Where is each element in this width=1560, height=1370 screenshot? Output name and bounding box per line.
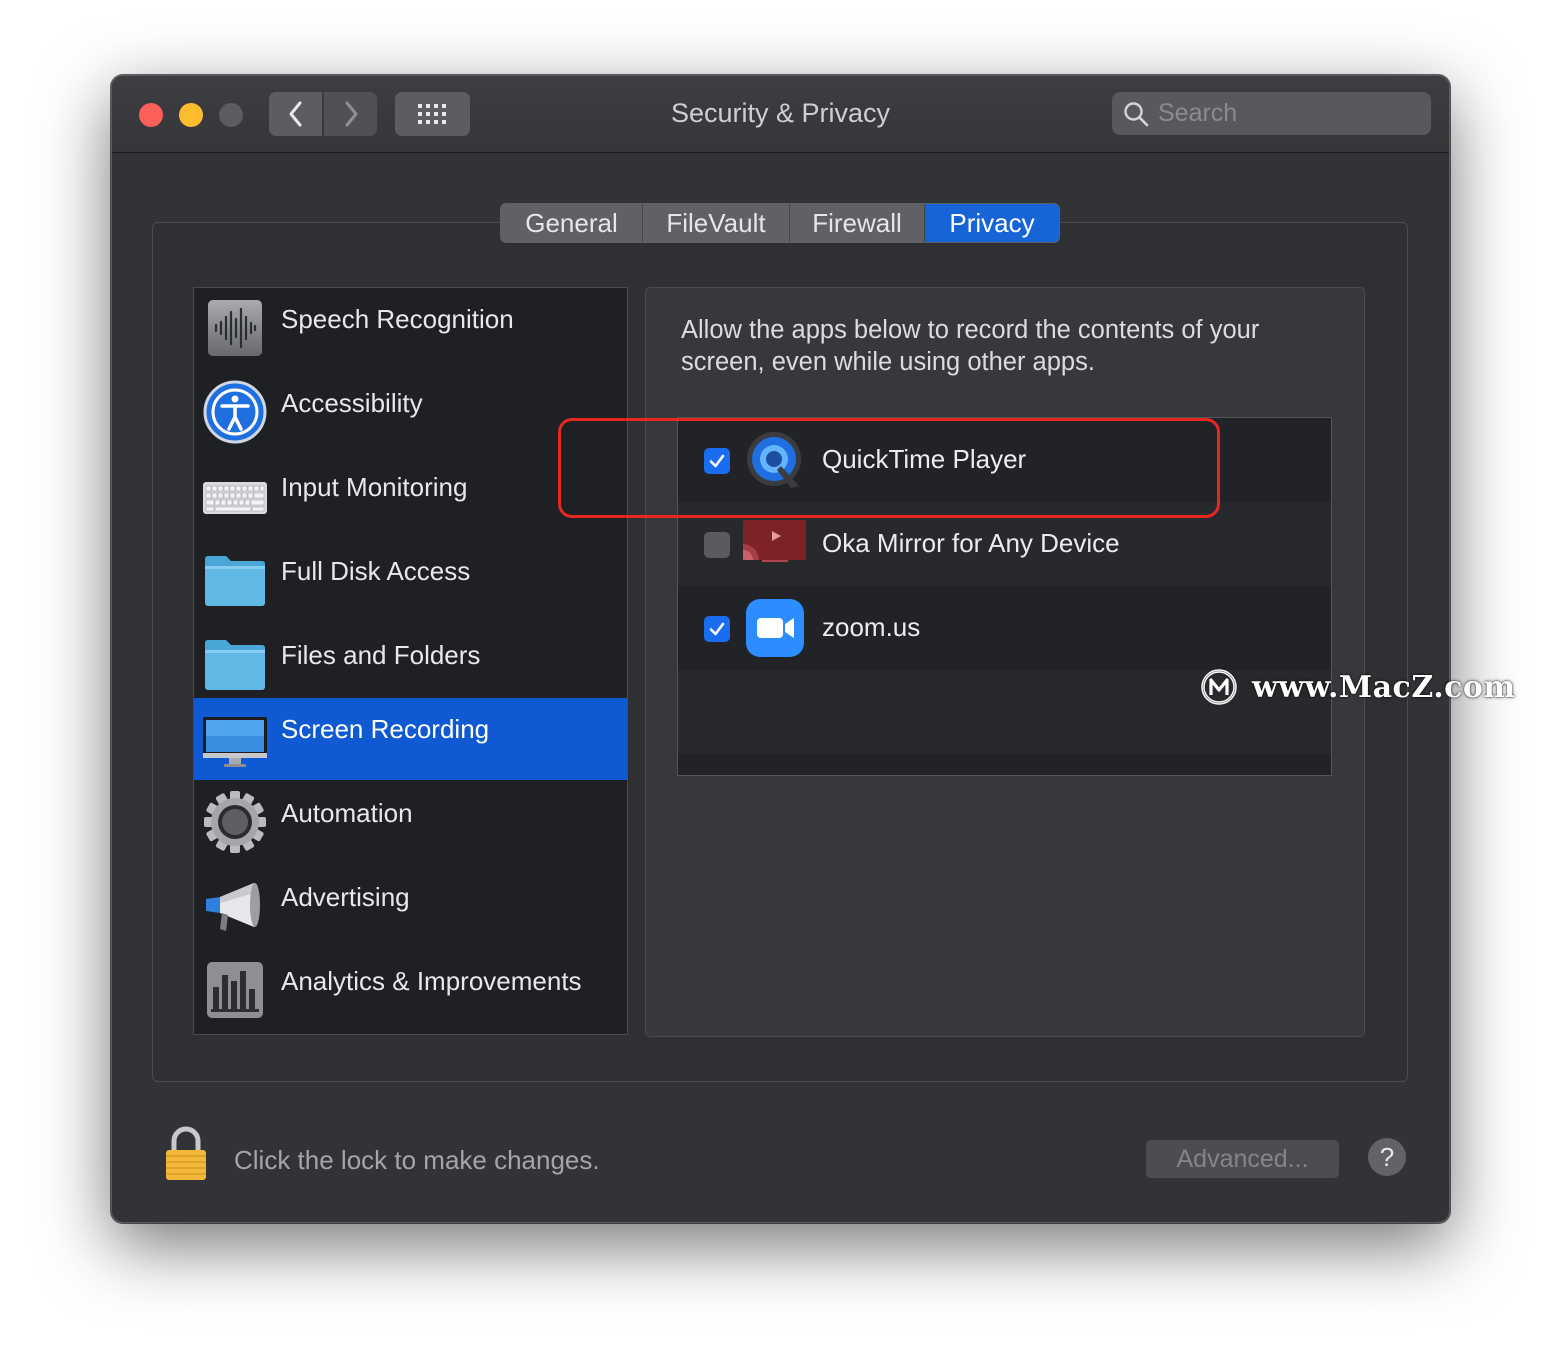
- app-checkbox[interactable]: [704, 616, 730, 642]
- bar-chart-icon: [207, 962, 263, 1018]
- annotation-highlight-box: [558, 418, 1220, 518]
- permission-detail-panel: Allow the apps below to record the conte…: [645, 287, 1365, 1037]
- help-button[interactable]: ?: [1368, 1138, 1406, 1176]
- tab-bar: General FileVault Firewall Privacy: [500, 203, 1060, 243]
- sidebar-item-analytics[interactable]: Analytics & Improvements: [194, 950, 627, 1032]
- sidebar-item-full-disk-access[interactable]: Full Disk Access: [194, 540, 627, 622]
- oka-mirror-icon: [743, 520, 806, 562]
- sidebar-item-label: Automation: [281, 798, 413, 828]
- app-name: zoom.us: [822, 612, 921, 642]
- macz-logo-icon: [1201, 669, 1237, 705]
- advanced-button[interactable]: Advanced...: [1146, 1140, 1339, 1178]
- sidebar-item-label: Screen Recording: [281, 714, 490, 744]
- lock-icon[interactable]: [163, 1126, 209, 1182]
- app-name: Oka Mirror for Any Device: [822, 528, 1120, 558]
- folder-icon: [205, 640, 265, 690]
- sidebar-item-files-and-folders[interactable]: Files and Folders: [194, 624, 627, 706]
- checkmark-icon: [709, 622, 725, 636]
- watermark: www.MacZ.com: [1200, 668, 1516, 706]
- sidebar-item-label: Advertising: [281, 882, 410, 912]
- tab-filevault[interactable]: FileVault: [643, 204, 790, 242]
- title-bar: Security & Privacy: [112, 76, 1449, 153]
- sidebar-item-label: Speech Recognition: [281, 304, 514, 334]
- tab-privacy[interactable]: Privacy: [925, 204, 1059, 242]
- gear-icon: [204, 791, 266, 853]
- permission-description: Allow the apps below to record the conte…: [681, 316, 1260, 376]
- folder-icon: [205, 556, 265, 606]
- accessibility-icon: [203, 380, 267, 444]
- tab-general[interactable]: General: [501, 204, 643, 242]
- sidebar-item-label: Analytics & Improvements: [281, 966, 582, 996]
- sidebar-item-label: Files and Folders: [281, 640, 481, 670]
- search-input[interactable]: [1158, 96, 1418, 130]
- sidebar-item-label: Accessibility: [281, 388, 423, 418]
- app-checkbox[interactable]: [704, 532, 730, 558]
- sidebar-item-screen-recording[interactable]: Screen Recording: [194, 698, 627, 780]
- preferences-window: Security & Privacy General FileVault Fir…: [111, 75, 1450, 1223]
- sidebar-item-label: Input Monitoring: [281, 472, 468, 502]
- search-field[interactable]: [1112, 92, 1431, 135]
- sidebar-item-label: Full Disk Access: [281, 556, 471, 586]
- list-item-zoom[interactable]: zoom.us: [678, 586, 1331, 670]
- watermark-text: www.MacZ.com: [1252, 669, 1516, 705]
- zoom-icon: [746, 599, 804, 657]
- sidebar-item-advertising[interactable]: Advertising: [194, 866, 627, 948]
- megaphone-icon: [206, 883, 260, 931]
- sidebar-item-automation[interactable]: Automation: [194, 782, 627, 864]
- sidebar-item-speech-recognition[interactable]: Speech Recognition: [194, 288, 627, 370]
- lock-status-text: Click the lock to make changes.: [234, 1145, 600, 1175]
- tab-firewall[interactable]: Firewall: [790, 204, 925, 242]
- waveform-icon: [208, 300, 262, 356]
- privacy-category-list: Speech Recognition Accessibility Input M…: [193, 287, 628, 1035]
- search-icon: [1124, 102, 1149, 127]
- keyboard-icon: [203, 482, 267, 514]
- display-icon: [203, 717, 267, 767]
